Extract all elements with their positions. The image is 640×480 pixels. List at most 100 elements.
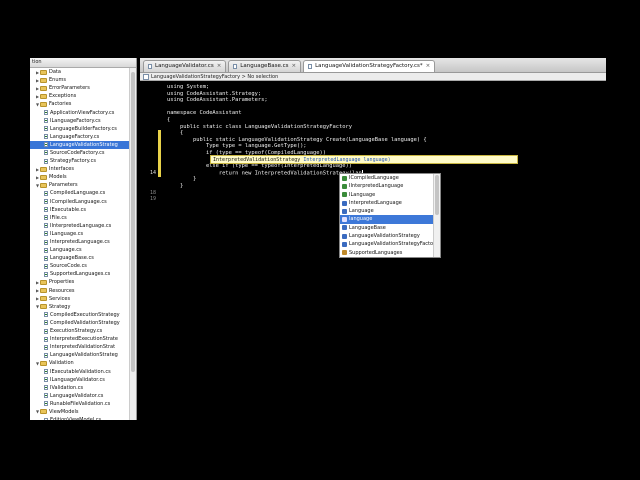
tree-file[interactable]: IInterpretedLanguage.cs [30,222,129,230]
tree-item-label: IValidation.cs [50,384,84,391]
autocomplete-item[interactable]: IInterpretedLanguage [340,182,434,190]
tree-folder[interactable]: ▼ Strategy [30,303,129,311]
tree-folder[interactable]: ▶ Exceptions [30,92,129,100]
tree-file[interactable]: Language.cs [30,246,129,254]
folder-icon [40,360,47,366]
code-line[interactable]: } [167,176,196,182]
tree-file[interactable]: ILanguageValidator.cs [30,376,129,384]
editor-tab[interactable]: LanguageValidationStrategyFactory.cs* × [303,60,436,72]
code-line[interactable]: return new InterpretedValidationStrategy… [167,169,363,176]
autocomplete-item[interactable]: InterpretedLanguage [340,199,434,207]
tree-folder[interactable]: ▼ Validation [30,359,129,367]
code-line[interactable]: } [167,183,183,189]
editor-tab[interactable]: LanguageBase.cs × [228,60,302,72]
code-line[interactable]: Type type = language.GetType(); [167,143,307,149]
tree-item-label: CompiledValidationStrategy [50,319,120,326]
tree-folder[interactable]: ▶ Properties [30,278,129,286]
code-line[interactable]: { [167,117,170,123]
file-icon [44,401,48,407]
tree-item-label: RunableFileValidation.cs [50,400,111,407]
tree-file[interactable]: LanguageBase.cs [30,254,129,262]
autocomplete-item[interactable]: LanguageValidationStrategy [340,232,434,240]
tree-file[interactable]: InterpretedValidationStrat [30,343,129,351]
tree-file[interactable]: LanguageValidationStrateg [30,140,129,149]
tree-file[interactable]: RunableFileValidation.cs [30,400,129,408]
tree-file[interactable]: IExecutableValidation.cs [30,367,129,375]
tree-folder[interactable]: ▶ Resources [30,287,129,295]
tree-file[interactable]: LanguageFactory.cs [30,133,129,141]
tree-file[interactable]: SupportedLanguages.cs [30,270,129,278]
code-line[interactable]: public static class LanguageValidationSt… [167,124,352,130]
tree-item-label: LanguageValidator.cs [50,392,104,399]
tree-file[interactable]: EditionViewModel.cs [30,416,129,420]
tree-item-label: IExecutable.cs [50,206,87,213]
tree-item-label: Language.cs [50,247,82,254]
tree-file[interactable]: ICompiledLanguage.cs [30,198,129,206]
tree-file[interactable]: SourceCode.cs [30,262,129,270]
tree-item-label: Strategy [49,303,71,310]
tree-file[interactable]: InterpretedExecutionStrate [30,335,129,343]
editor-tab[interactable]: LanguageValidator.cs × [143,60,227,72]
autocomplete-item[interactable]: SupportedLanguages [340,249,434,257]
tree-file[interactable]: LanguageValidationStrateg [30,351,129,359]
tree-file[interactable]: StrategyFactory.cs [30,157,129,165]
autocomplete-item-label: LanguageBase [349,224,386,231]
tree-file[interactable]: ILanguage.cs [30,230,129,238]
autocomplete-item[interactable]: language [340,215,434,224]
tree-folder[interactable]: ▼ Factories [30,100,129,108]
tree-folder[interactable]: ▶ ErrorParameters [30,84,129,92]
tree-folder[interactable]: ▶ Interfaces [30,165,129,173]
tree-item-label: IFile.cs [50,214,67,221]
tree-file[interactable]: ILanguageFactory.cs [30,117,129,125]
tree-file[interactable]: LanguageBuilderFactory.cs [30,125,129,133]
tree-file[interactable]: ApplicationViewFactory.cs [30,108,129,116]
close-tab-icon[interactable]: × [426,61,431,72]
code-line[interactable]: using System; [167,84,209,90]
code-text: { [167,130,184,137]
tree-file[interactable]: InterpretedLanguage.cs [30,238,129,246]
tree-folder[interactable]: ▶ Data [30,68,129,76]
tree-file[interactable]: IFile.cs [30,214,129,222]
tree-folder[interactable]: ▶ Enums [30,76,129,84]
autocomplete-item[interactable]: LanguageValidationStrategyFactory [340,240,438,248]
tree-folder[interactable]: ▶ Models [30,173,129,181]
code-text: } [167,176,197,183]
sidebar-scrollbar[interactable] [129,68,136,420]
tree-file[interactable]: IValidation.cs [30,384,129,392]
code-line[interactable]: using CodeAssistant.Strategy; [167,91,261,97]
file-tree: ▶ Data ▶ Enums ▶ ErrorParameters ▶ Exceptions ▼ F… [30,68,129,420]
symbol-icon [342,217,347,223]
autocomplete-scroll-thumb[interactable] [435,175,439,215]
tree-folder[interactable]: ▶ Services [30,295,129,303]
code-line[interactable]: public static LanguageValidationStrategy… [167,137,427,143]
tree-item-label: Properties [49,279,75,286]
autocomplete-item[interactable]: ILanguage [340,191,434,199]
sidebar-scroll-thumb[interactable] [131,72,135,372]
tree-item-label: ErrorParameters [49,85,90,92]
breadcrumb[interactable]: LanguageValidationStrategyFactory > No s… [140,73,606,81]
tree-folder[interactable]: ▼ Parameters [30,181,129,189]
tree-file[interactable]: CompiledLanguage.cs [30,189,129,197]
code-line[interactable]: using CodeAssistant.Parameters; [167,97,268,103]
autocomplete-item[interactable]: Language [340,207,434,215]
tree-file[interactable]: LanguageValidator.cs [30,392,129,400]
tree-file[interactable]: IExecutable.cs [30,206,129,214]
tree-file[interactable]: CompiledExecutionStrategy [30,311,129,319]
line-number: 19 [149,196,156,203]
autocomplete-scrollbar[interactable] [433,174,440,257]
tree-file[interactable]: CompiledValidationStrategy [30,319,129,327]
folder-icon [40,166,47,172]
close-tab-icon[interactable]: × [217,61,222,72]
autocomplete-item[interactable]: LanguageBase [340,224,434,232]
close-tab-icon[interactable]: × [291,61,296,72]
tree-folder[interactable]: ▼ ViewModels [30,408,129,416]
tree-file[interactable]: ExecutionStrategy.cs [30,327,129,335]
tree-item-label: ExecutionStrategy.cs [50,328,103,335]
file-icon [44,352,48,358]
tree-file[interactable]: SourceCodeFactory.cs [30,149,129,157]
autocomplete-item[interactable]: ICompiledLanguage [340,174,434,182]
code-line[interactable]: namespace CodeAssistant [167,110,242,116]
code-line[interactable]: { [167,130,183,136]
folder-icon [40,279,47,285]
tree-item-label: EditionViewModel.cs [50,417,101,420]
